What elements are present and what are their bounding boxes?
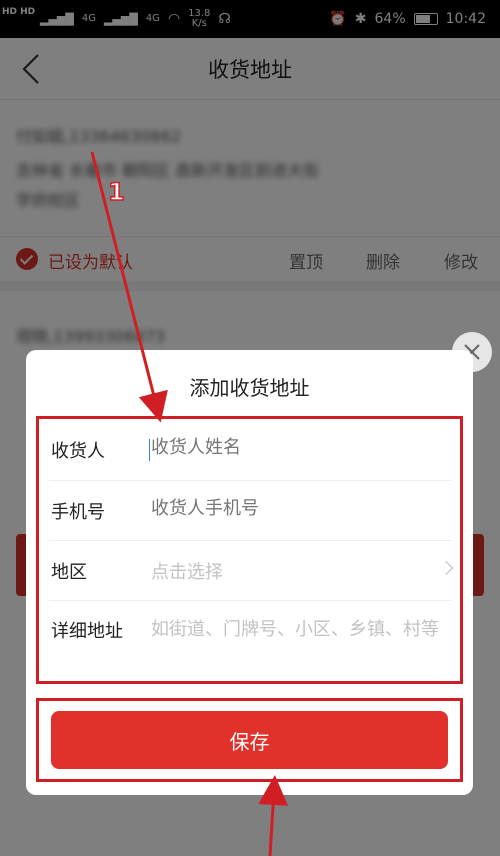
recipient-name-input[interactable] [151,437,441,458]
detail-address-input[interactable]: 如街道、门牌号、小区、乡镇、村等 [151,617,441,643]
save-highlight-box: 保存 [36,698,463,782]
detail-address-label: 详细地址 [51,621,123,642]
region-select[interactable]: 点击选择 [151,558,441,584]
save-button[interactable]: 保存 [51,711,448,769]
form-row-detail: 详细地址 如街道、门牌号、小区、乡镇、村等 [49,601,451,681]
text-caret [149,439,150,461]
add-address-dialog: 添加收货地址 收货人 手机号 地区 点击选择 详细地址 如街道、门牌号、小区、乡… [26,350,473,795]
form-row-region[interactable]: 地区 点击选择 [49,541,454,601]
region-label: 地区 [51,562,87,583]
form-row-phone: 手机号 [49,481,451,541]
phone-label: 手机号 [51,502,105,523]
recipient-label: 收货人 [51,441,105,462]
form-row-recipient: 收货人 [49,419,451,481]
phone-input[interactable] [151,498,441,519]
dialog-title: 添加收货地址 [189,376,310,400]
chevron-right-icon [438,560,454,576]
form-highlight-box: 收货人 手机号 地区 点击选择 详细地址 如街道、门牌号、小区、乡镇、村等 [36,416,463,684]
